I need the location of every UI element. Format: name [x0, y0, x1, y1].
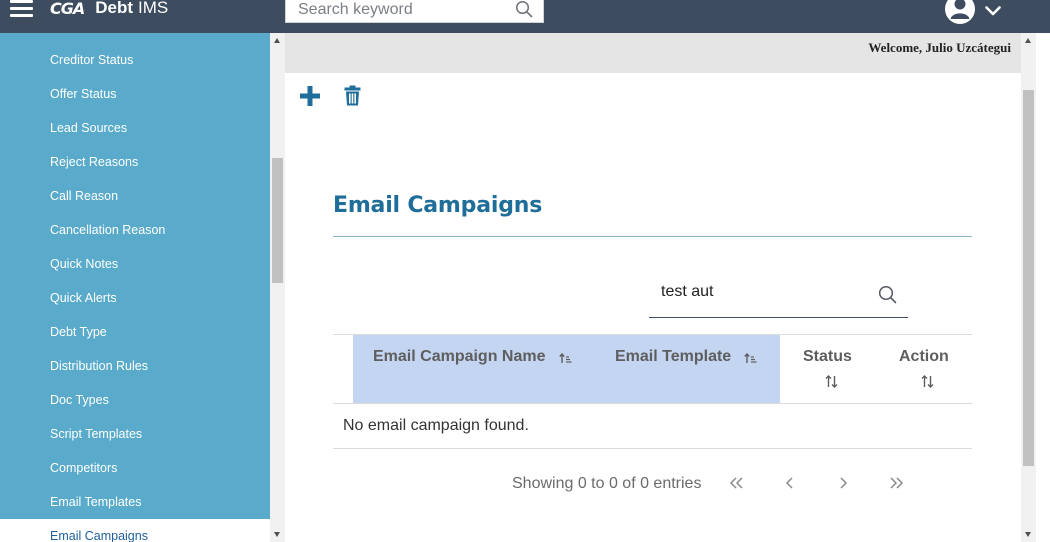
sort-both-icon[interactable]	[825, 375, 838, 393]
sidebar-item-reject-reasons[interactable]: Reject Reasons	[0, 145, 270, 179]
sidebar-item-offer-status[interactable]: Offer Status	[0, 77, 270, 111]
sidebar-item-script-templates[interactable]: Script Templates	[0, 417, 270, 451]
sidebar-item-quick-alerts[interactable]: Quick Alerts	[0, 281, 270, 315]
sidebar-item-email-templates[interactable]: Email Templates	[0, 485, 270, 519]
scroll-up-arrow-icon[interactable]	[1025, 38, 1031, 43]
column-header-email-template[interactable]: Email Template	[615, 348, 731, 366]
app-name-suffix: IMS	[138, 0, 169, 17]
welcome-bar: Welcome, Julio Uzcátegui	[285, 33, 1021, 73]
last-page-button[interactable]	[888, 476, 908, 492]
next-page-button[interactable]	[838, 476, 858, 492]
app-name: Debt	[95, 0, 134, 17]
scroll-down-arrow-icon[interactable]	[1025, 532, 1031, 537]
sidebar-item-competitors[interactable]: Competitors	[0, 451, 270, 485]
chevron-left-icon	[785, 477, 793, 489]
paging-info: Showing 0 to 0 of 0 entries	[512, 475, 702, 492]
first-page-button[interactable]	[729, 476, 749, 492]
brand-logo: CGA	[50, 0, 85, 18]
column-header-action[interactable]: Action	[899, 348, 949, 366]
search-icon[interactable]	[878, 285, 897, 309]
column-header-status[interactable]: Status	[803, 348, 852, 366]
sort-both-icon[interactable]	[921, 375, 934, 393]
sidebar: Creditor Status Offer Status Lead Source…	[0, 33, 270, 542]
sidebar-item-distribution-rules[interactable]: Distribution Rules	[0, 349, 270, 383]
column-header-campaign-name[interactable]: Email Campaign Name	[373, 348, 546, 366]
sidebar-item-creditor-status[interactable]: Creditor Status	[0, 43, 270, 77]
plus-icon	[300, 86, 320, 106]
trash-icon	[344, 85, 361, 106]
sidebar-item-email-campaigns[interactable]: Email Campaigns	[0, 519, 270, 542]
scroll-up-arrow-icon[interactable]	[274, 38, 280, 43]
double-chevron-right-icon	[890, 477, 904, 489]
page-scrollbar-thumb[interactable]	[1023, 90, 1034, 466]
table-header-border	[333, 403, 972, 404]
user-avatar-icon[interactable]	[945, 0, 975, 24]
table-bottom-border	[333, 448, 972, 449]
chevron-right-icon	[840, 477, 848, 489]
sort-ascending-icon[interactable]	[744, 351, 757, 369]
brand[interactable]: CGA Debt IMS	[50, 0, 168, 19]
delete-campaign-button[interactable]	[344, 85, 361, 111]
table-search	[649, 280, 908, 318]
global-search	[285, 0, 544, 23]
hamburger-menu-icon[interactable]	[10, 0, 33, 18]
chevron-down-icon[interactable]	[985, 4, 1001, 16]
search-icon[interactable]	[515, 0, 533, 23]
sidebar-item-call-reason[interactable]: Call Reason	[0, 179, 270, 213]
sidebar-item-debt-type[interactable]: Debt Type	[0, 315, 270, 349]
previous-page-button[interactable]	[785, 476, 805, 492]
sidebar-item-cancellation-reason[interactable]: Cancellation Reason	[0, 213, 270, 247]
double-chevron-left-icon	[729, 477, 743, 489]
sorted-header-highlight	[353, 335, 780, 403]
sort-ascending-icon[interactable]	[559, 351, 572, 369]
sidebar-item-quick-notes[interactable]: Quick Notes	[0, 247, 270, 281]
title-divider	[333, 236, 972, 237]
sidebar-item-doc-types[interactable]: Doc Types	[0, 383, 270, 417]
sidebar-scrollbar[interactable]	[270, 33, 285, 542]
table-search-input[interactable]	[661, 283, 861, 301]
page-scrollbar[interactable]	[1021, 33, 1036, 542]
sidebar-item-lead-sources[interactable]: Lead Sources	[0, 111, 270, 145]
sidebar-scrollbar-thumb[interactable]	[272, 158, 283, 283]
welcome-text: Welcome, Julio Uzcátegui	[868, 40, 1011, 55]
global-search-input[interactable]	[286, 0, 506, 19]
scroll-down-arrow-icon[interactable]	[274, 532, 280, 537]
top-bar: CGA Debt IMS	[0, 0, 1050, 33]
empty-table-message: No email campaign found.	[343, 417, 529, 434]
page-title: Email Campaigns	[333, 193, 543, 218]
add-campaign-button[interactable]	[299, 85, 321, 112]
